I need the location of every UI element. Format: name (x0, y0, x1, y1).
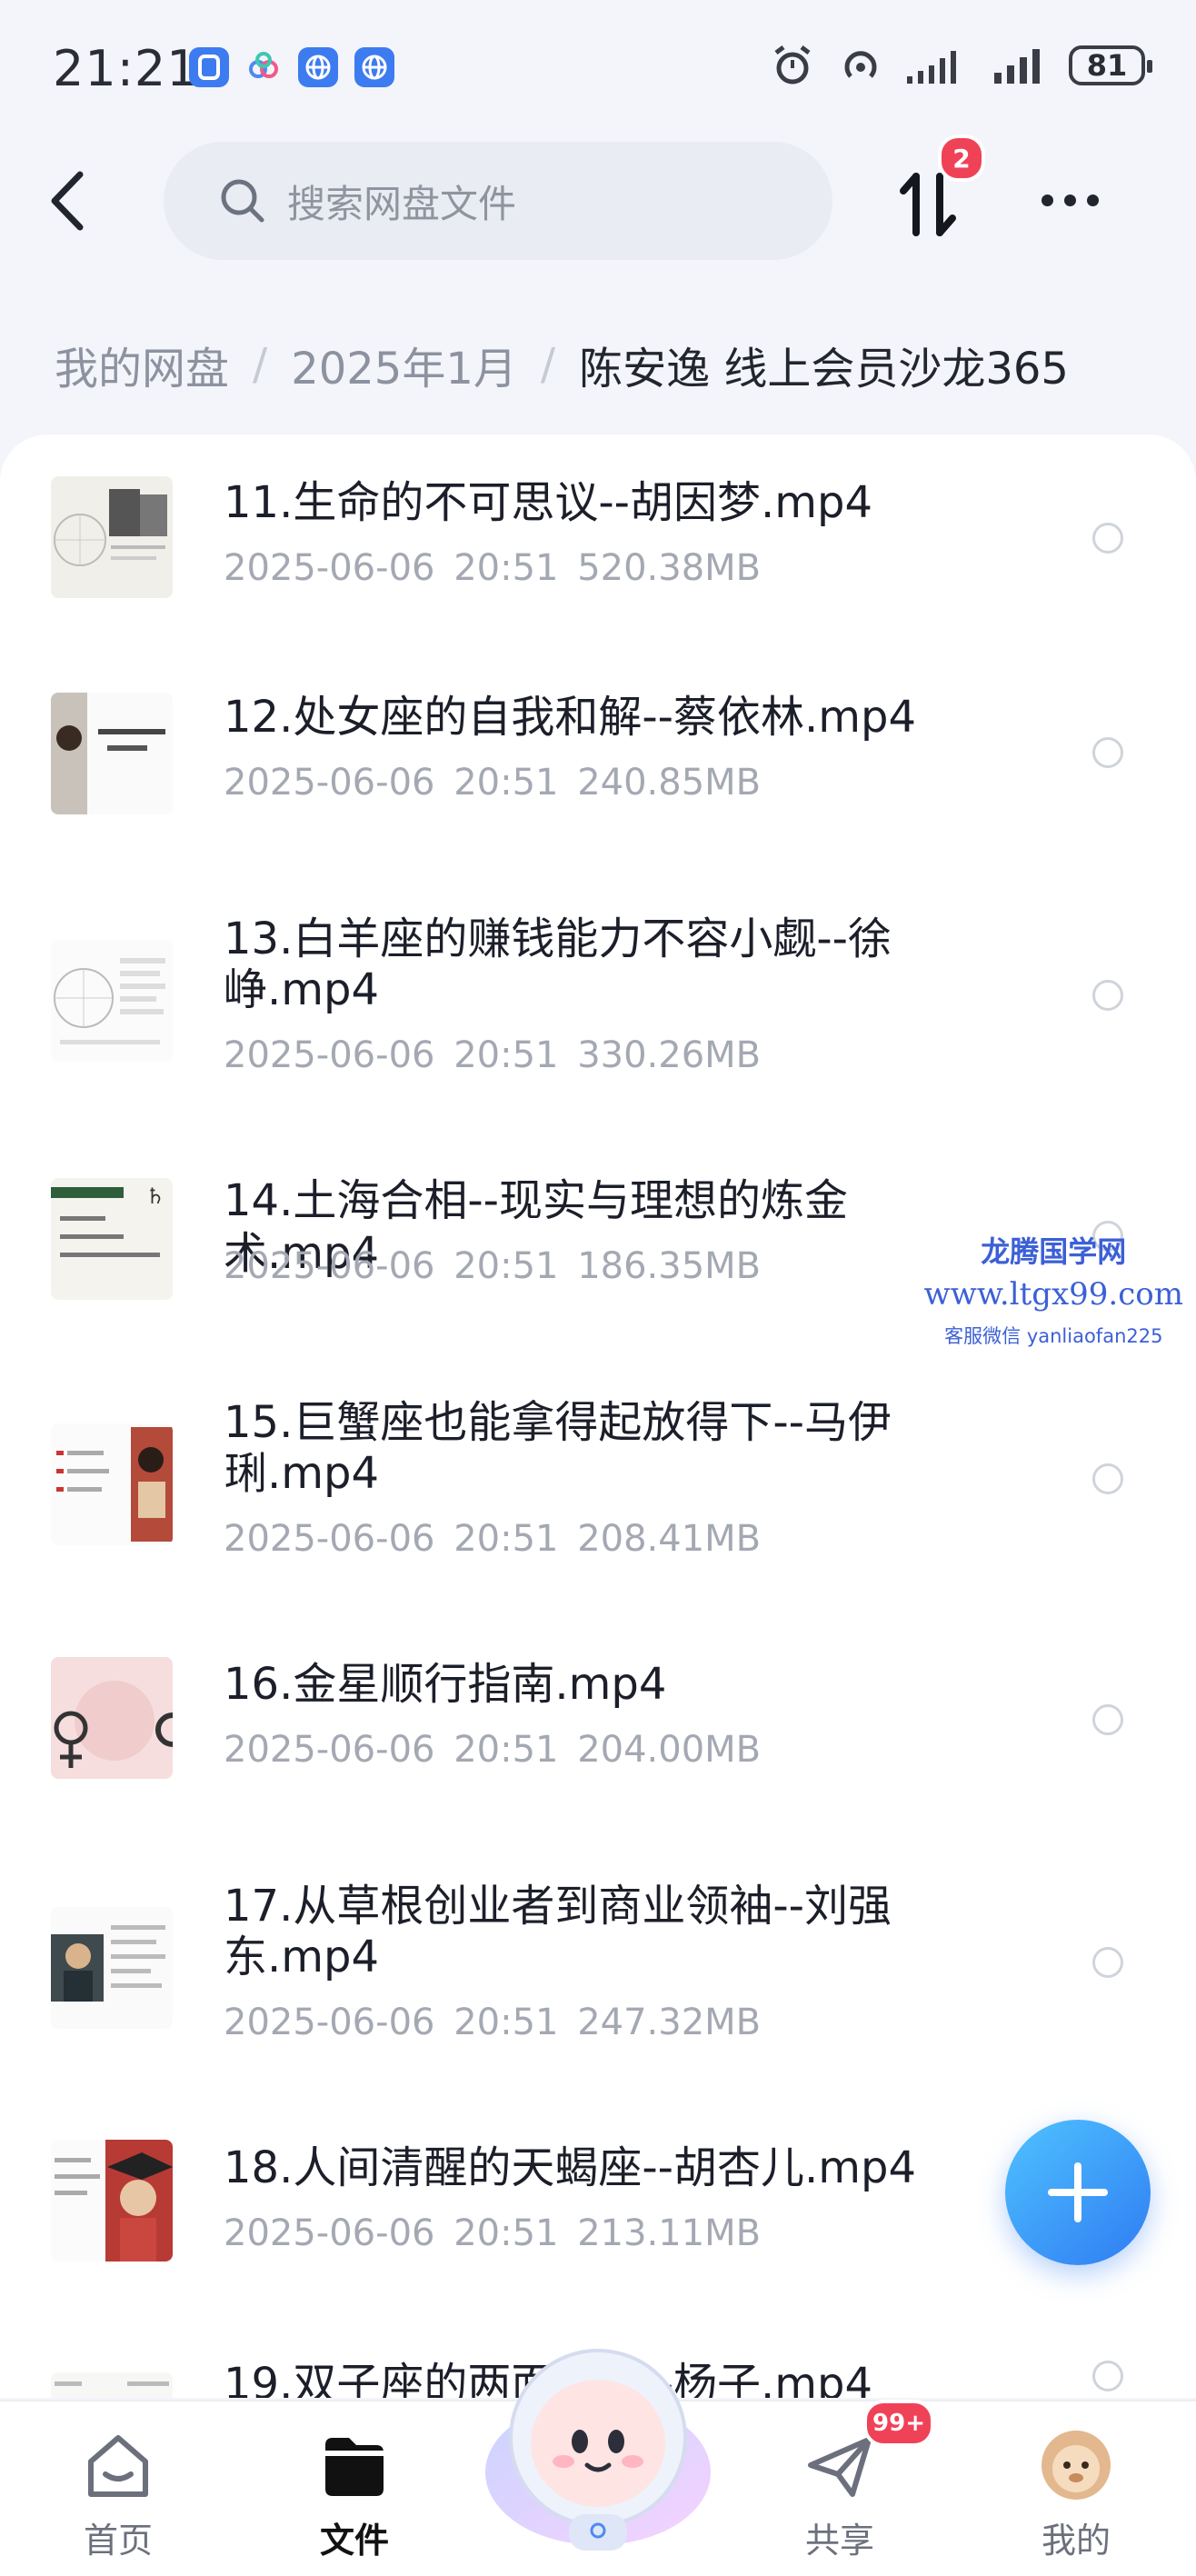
breadcrumb-parent[interactable]: 2025年1月 (291, 333, 517, 396)
breadcrumb-current: 陈安逸 线上会员沙龙365 (579, 344, 1069, 394)
file-row[interactable]: 12.处女座的自我和解--蔡依林.mp4 2025-06-06 20:51 24… (0, 649, 1196, 864)
watermark-contact: 客服微信 yanliaofan225 (944, 1325, 1163, 1347)
file-meta: 2025-06-06 20:51 520.38MB (224, 547, 762, 589)
file-row[interactable]: 13.白羊座的赚钱能力不容小觑--徐 峥.mp4 2025-06-06 20:5… (0, 864, 1196, 1133)
file-name-line2: 峥.mp4 (224, 964, 380, 1015)
search-icon (221, 179, 264, 223)
video-thumbnail (51, 1907, 173, 2029)
file-name: 18.人间清醒的天蝎座--胡杏儿.mp4 (224, 2142, 917, 2193)
file-name: 16.金星顺行指南.mp4 (224, 1659, 667, 1710)
file-name: 12.处女座的自我和解--蔡依林.mp4 (224, 692, 917, 743)
share-badge: 99+ (863, 2400, 934, 2447)
file-name-line1: 17.从草根创业者到商业领袖--刘强 (224, 1881, 892, 1932)
file-meta: 2025-06-06 20:51 208.41MB (224, 1518, 762, 1560)
file-list: 11.生命的不可思议--胡因梦.mp4 2025-06-06 20:51 520… (0, 434, 1196, 2398)
back-button[interactable] (45, 169, 100, 233)
nav-home[interactable]: 首页 (36, 2401, 200, 2576)
file-meta: 2025-06-06 20:51 247.32MB (224, 2002, 762, 2043)
nav-me[interactable]: 我的 (994, 2401, 1158, 2576)
video-thumbnail (51, 693, 173, 814)
svg-text:♄: ♄ (145, 1183, 165, 1209)
breadcrumb-separator: / (253, 339, 268, 390)
breadcrumb-separator: / (540, 339, 556, 390)
add-button[interactable] (1005, 2120, 1151, 2265)
status-bar: 21:21 81 (0, 0, 1196, 136)
file-row[interactable]: 16.金星顺行指南.mp4 2025-06-06 20:51 204.00MB (0, 1616, 1196, 1831)
select-radio[interactable] (1092, 523, 1123, 554)
home-icon (88, 2435, 148, 2497)
hotspot-icon (844, 51, 877, 78)
file-meta: 2025-06-06 20:51 240.85MB (224, 762, 762, 804)
send-icon (808, 2437, 872, 2497)
select-radio[interactable] (1092, 737, 1123, 768)
select-radio[interactable] (1092, 1463, 1123, 1494)
file-name-line1: 15.巨蟹座也能拿得起放得下--马伊 (224, 1397, 892, 1448)
file-row[interactable]: 11.生命的不可思议--胡因梦.mp4 2025-06-06 20:51 520… (0, 434, 1196, 649)
video-thumbnail (51, 2372, 173, 2398)
transfer-badge: 2 (938, 135, 985, 182)
video-thumbnail (51, 1423, 173, 1545)
search-input[interactable]: 搜索网盘文件 (164, 142, 832, 260)
nav-me-label: 我的 (1041, 2521, 1111, 2561)
nav-home-label: 首页 (83, 2521, 153, 2561)
file-meta: 2025-06-06 20:51 330.26MB (224, 1034, 762, 1076)
select-radio[interactable] (1092, 980, 1123, 1011)
file-name: 11.生命的不可思议--胡因梦.mp4 (224, 477, 873, 528)
watermark-title: 龙腾国学网 (981, 1234, 1127, 1269)
browser-app-icon-2 (354, 47, 394, 87)
ai-assistant-button[interactable] (482, 2336, 714, 2554)
video-thumbnail (51, 2140, 173, 2261)
plus-icon (1048, 2162, 1108, 2222)
nav-files[interactable]: 文件 (273, 2401, 436, 2576)
nav-share-label: 共享 (804, 2521, 874, 2561)
file-row[interactable]: 15.巨蟹座也能拿得起放得下--马伊 琍.mp4 2025-06-06 20:5… (0, 1347, 1196, 1616)
signal-icon-2 (994, 49, 1040, 84)
nav-files-label: 文件 (319, 2521, 389, 2561)
video-thumbnail: ♄ (51, 1178, 173, 1300)
select-radio[interactable] (1092, 1947, 1123, 1978)
folder-icon (325, 2438, 384, 2496)
file-name-line2: 东.mp4 (224, 1932, 380, 1982)
breadcrumb-root[interactable]: 我的网盘 (55, 333, 229, 396)
video-thumbnail (51, 1657, 173, 1779)
watermark: 龙腾国学网 www.ltgx99.com 客服微信 yanliaofan225 (924, 1229, 1183, 1349)
file-row[interactable]: 17.从草根创业者到商业领袖--刘强 东.mp4 2025-06-06 20:5… (0, 1831, 1196, 2100)
file-name-line2: 琍.mp4 (224, 1448, 380, 1499)
file-meta: 2025-06-06 20:51 204.00MB (224, 1729, 762, 1771)
notification-app-icon (189, 47, 229, 87)
signal-icon-1 (907, 51, 956, 84)
more-menu-button[interactable] (1042, 195, 1099, 206)
cloud-app-icon (244, 47, 284, 87)
select-radio[interactable] (1092, 2361, 1123, 2391)
mascot-icon (485, 2349, 711, 2551)
battery-indicator: 81 (1069, 45, 1152, 85)
file-name-line1: 13.白羊座的赚钱能力不容小觑--徐 (224, 914, 892, 964)
watermark-url: www.ltgx99.com (923, 1276, 1183, 1313)
clock: 21:21 (53, 40, 199, 97)
chevron-left-icon (51, 171, 84, 231)
search-placeholder: 搜索网盘文件 (287, 181, 517, 226)
browser-app-icon (298, 47, 338, 87)
file-meta: 2025-06-06 20:51 186.35MB (224, 1245, 762, 1287)
select-radio[interactable] (1092, 1704, 1123, 1735)
video-thumbnail (51, 940, 173, 1062)
avatar (1042, 2431, 1111, 2500)
alarm-icon (774, 45, 811, 85)
video-thumbnail (51, 476, 173, 598)
breadcrumb: 我的网盘 / 2025年1月 / 陈安逸 线上会员沙龙365 (55, 333, 1069, 396)
file-meta: 2025-06-06 20:51 213.11MB (224, 2212, 762, 2254)
